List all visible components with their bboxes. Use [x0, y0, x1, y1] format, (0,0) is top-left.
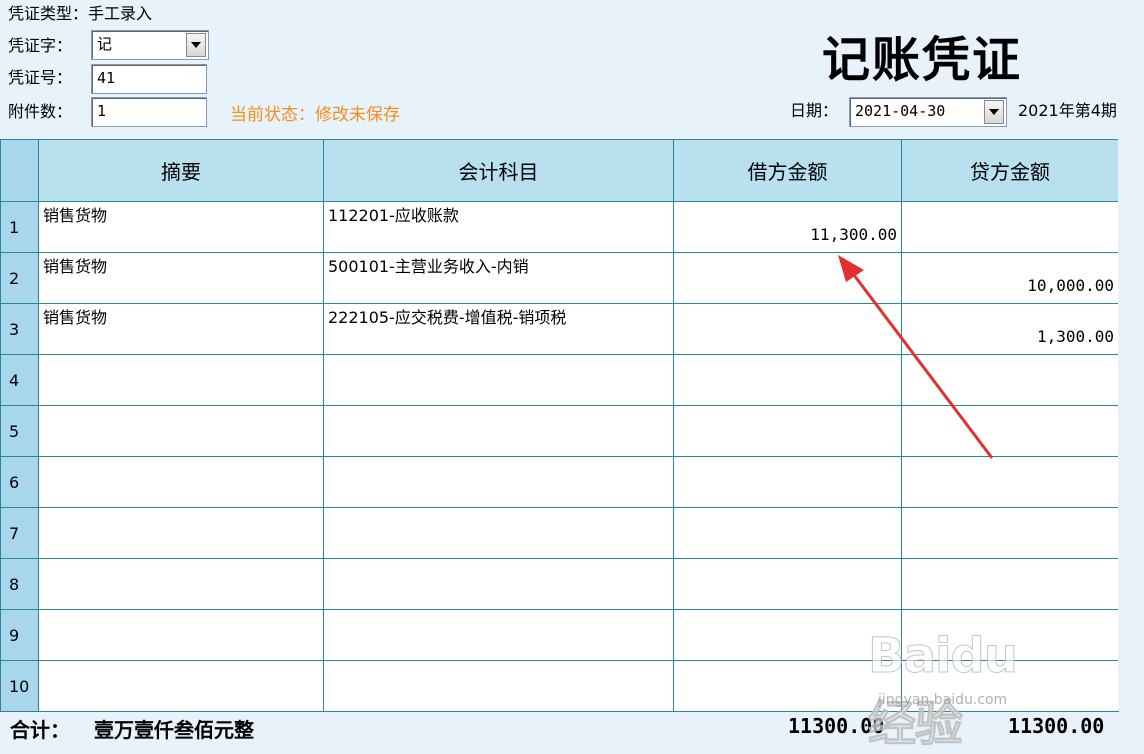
- table-row[interactable]: 6: [0, 456, 1119, 508]
- debit-cell[interactable]: [673, 558, 902, 610]
- dropdown-arrow-icon[interactable]: [984, 100, 1004, 124]
- debit-cell[interactable]: [673, 405, 902, 457]
- credit-cell[interactable]: 10,000.00: [901, 252, 1119, 304]
- row-number: 4: [0, 354, 39, 406]
- row-number: 3: [0, 303, 39, 355]
- table-row[interactable]: 5: [0, 405, 1119, 457]
- row-number: 10: [0, 660, 39, 712]
- date-value: 2021-04-30: [855, 102, 946, 120]
- debit-cell[interactable]: [673, 456, 902, 508]
- date-label: 日期：: [790, 101, 839, 120]
- summary-cell[interactable]: [38, 405, 324, 457]
- debit-cell[interactable]: [673, 303, 902, 355]
- summary-cell[interactable]: [38, 660, 324, 712]
- account-cell[interactable]: [323, 405, 674, 457]
- row-number: 9: [0, 609, 39, 661]
- account-cell[interactable]: [323, 660, 674, 712]
- credit-cell[interactable]: [901, 558, 1119, 610]
- summary-cell[interactable]: [38, 558, 324, 610]
- voucher-word-select[interactable]: 记: [91, 30, 209, 60]
- voucher-word-value: 记: [97, 35, 113, 53]
- debit-total: 11300.00: [788, 714, 885, 738]
- credit-cell[interactable]: [901, 456, 1119, 508]
- account-cell[interactable]: [323, 354, 674, 406]
- column-header-debit: 借方金额: [673, 139, 902, 202]
- credit-cell[interactable]: 1,300.00: [901, 303, 1119, 355]
- attachments-input[interactable]: 1: [91, 97, 207, 127]
- credit-cell[interactable]: [901, 507, 1119, 559]
- summary-cell[interactable]: [38, 456, 324, 508]
- totals-bar: 合计： 壹万壹仟叁佰元整 11300.00 11300.00: [0, 708, 1144, 753]
- row-number: 5: [0, 405, 39, 457]
- total-label: 合计：: [10, 718, 70, 742]
- summary-cell[interactable]: [38, 609, 324, 661]
- summary-cell[interactable]: 销售货物: [38, 303, 324, 355]
- table-row[interactable]: 10: [0, 660, 1119, 712]
- row-number: 2: [0, 252, 39, 304]
- row-number: 6: [0, 456, 39, 508]
- table-row[interactable]: 3 销售货物 222105-应交税费-增值税-销项税 1,300.00: [0, 303, 1119, 355]
- table-row[interactable]: 1 销售货物 112201-应收账款 11,300.00: [0, 201, 1119, 253]
- voucher-entries-table: 摘要 会计科目 借方金额 贷方金额 1 销售货物 112201-应收账款 11,…: [0, 139, 1119, 712]
- credit-cell[interactable]: [901, 405, 1119, 457]
- voucher-no-input[interactable]: 41: [91, 64, 207, 94]
- table-header-row: 摘要 会计科目 借方金额 贷方金额: [0, 139, 1119, 202]
- account-cell[interactable]: [323, 456, 674, 508]
- voucher-word-label: 凭证字：: [8, 36, 73, 55]
- date-select[interactable]: 2021-04-30: [849, 97, 1007, 127]
- credit-cell[interactable]: [901, 354, 1119, 406]
- credit-cell[interactable]: [901, 201, 1119, 253]
- table-row[interactable]: 2 销售货物 500101-主营业务收入-内销 10,000.00: [0, 252, 1119, 304]
- debit-cell[interactable]: [673, 252, 902, 304]
- summary-cell[interactable]: [38, 354, 324, 406]
- credit-total: 11300.00: [1008, 714, 1105, 738]
- debit-cell[interactable]: [673, 507, 902, 559]
- account-cell[interactable]: 112201-应收账款: [323, 201, 674, 253]
- status-text: 当前状态：修改未保存: [230, 105, 400, 125]
- debit-cell[interactable]: [673, 354, 902, 406]
- debit-cell[interactable]: [673, 609, 902, 661]
- column-header-account: 会计科目: [323, 139, 674, 202]
- account-cell[interactable]: [323, 609, 674, 661]
- voucher-type-value: 手工录入: [88, 4, 153, 23]
- row-number: 8: [0, 558, 39, 610]
- page-title: 记账凭证: [822, 32, 1023, 88]
- total-in-words: 壹万壹仟叁佰元整: [94, 718, 254, 742]
- right-margin-strip: [1118, 139, 1144, 711]
- table-row[interactable]: 7: [0, 507, 1119, 559]
- dropdown-arrow-icon[interactable]: [186, 33, 206, 57]
- voucher-type-label: 凭证类型：: [8, 4, 89, 23]
- table-row[interactable]: 4: [0, 354, 1119, 406]
- period-text: 2021年第4期: [1018, 101, 1117, 120]
- credit-cell[interactable]: [901, 660, 1119, 712]
- summary-cell[interactable]: 销售货物: [38, 252, 324, 304]
- voucher-type: 凭证类型：手工录入: [8, 4, 152, 24]
- attachments-label: 附件数：: [8, 102, 73, 121]
- corner-cell: [0, 139, 39, 202]
- row-number: 1: [0, 201, 39, 253]
- account-cell[interactable]: 500101-主营业务收入-内销: [323, 252, 674, 304]
- debit-cell[interactable]: [673, 660, 902, 712]
- column-header-credit: 贷方金额: [901, 139, 1119, 202]
- summary-cell[interactable]: [38, 507, 324, 559]
- summary-cell[interactable]: 销售货物: [38, 201, 324, 253]
- account-cell[interactable]: 222105-应交税费-增值税-销项税: [323, 303, 674, 355]
- table-row[interactable]: 9: [0, 609, 1119, 661]
- voucher-no-label: 凭证号：: [8, 68, 73, 87]
- column-header-summary: 摘要: [38, 139, 324, 202]
- account-cell[interactable]: [323, 558, 674, 610]
- account-cell[interactable]: [323, 507, 674, 559]
- credit-cell[interactable]: [901, 609, 1119, 661]
- debit-cell[interactable]: 11,300.00: [673, 201, 902, 253]
- table-row[interactable]: 8: [0, 558, 1119, 610]
- row-number: 7: [0, 507, 39, 559]
